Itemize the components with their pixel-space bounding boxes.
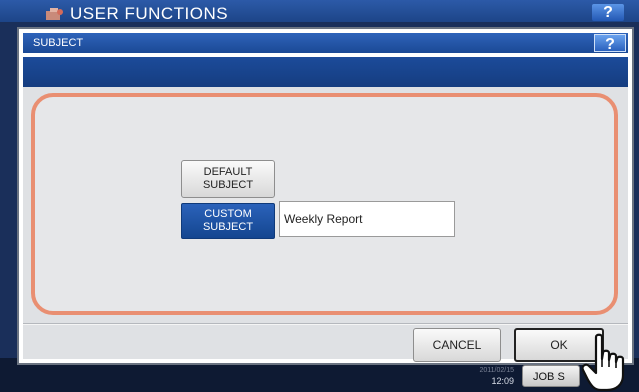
custom-subject-label-line1: CUSTOM [204, 208, 252, 220]
dialog-header-strip [23, 57, 628, 87]
dialog-title-bar: SUBJECT ? [23, 33, 628, 53]
dialog-divider-highlight [23, 324, 628, 325]
cancel-button[interactable]: CANCEL [413, 328, 501, 362]
background-help-button[interactable]: ? [592, 4, 624, 21]
job-status-button[interactable]: JOB S [522, 365, 580, 387]
clock-time: 12:09 [491, 376, 514, 386]
custom-subject-input[interactable] [279, 201, 455, 237]
default-subject-button[interactable]: DEFAULT SUBJECT [181, 160, 275, 198]
custom-subject-label-line2: SUBJECT [202, 221, 254, 233]
custom-subject-button[interactable]: CUSTOM SUBJECT [181, 203, 275, 239]
default-subject-label-line2: SUBJECT [202, 179, 254, 191]
default-subject-label-line1: DEFAULT [203, 166, 253, 178]
dialog-help-button[interactable]: ? [594, 34, 626, 53]
user-functions-logo-icon [46, 8, 63, 20]
background-title: USER FUNCTIONS [70, 4, 229, 23]
cancel-label: CANCEL [432, 337, 482, 352]
clock-display: 2011/02/15 12:09 [478, 365, 514, 387]
dialog-body: DEFAULT SUBJECT CUSTOM SUBJECT CANCEL OK [23, 87, 628, 362]
clock-date: 2011/02/15 [479, 367, 514, 374]
dialog-title: SUBJECT [33, 37, 84, 49]
pointing-hand-icon [582, 333, 625, 392]
subject-dialog: SUBJECT ? DEFAULT SUBJECT CUSTOM SUBJECT… [17, 27, 634, 365]
subject-options-panel: DEFAULT SUBJECT CUSTOM SUBJECT [31, 93, 618, 315]
